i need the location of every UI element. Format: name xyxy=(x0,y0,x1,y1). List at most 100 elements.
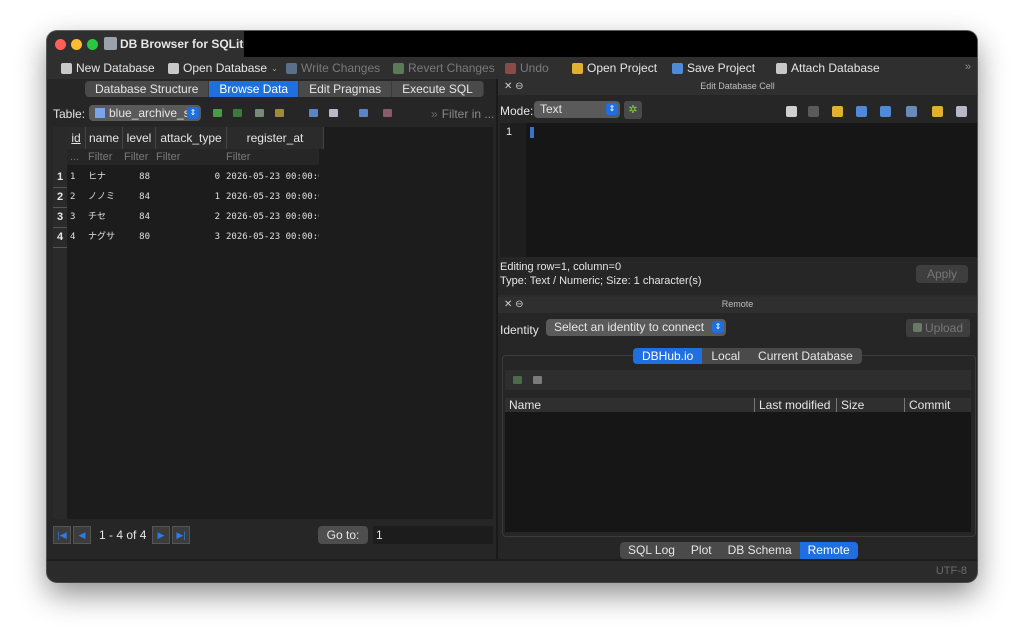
chevron-down-icon[interactable]: ⌄ xyxy=(271,64,278,73)
revert-changes-button[interactable]: Revert Changes xyxy=(393,60,495,76)
apply-button[interactable]: Apply xyxy=(916,265,968,283)
set-null-icon[interactable] xyxy=(832,106,843,117)
filter-register-at[interactable]: Filter xyxy=(223,149,319,165)
global-filter-placeholder: Filter in ... xyxy=(441,107,495,121)
cell-level[interactable]: 84 xyxy=(121,207,153,227)
cell-register-at[interactable]: 2026-05-23 00:00:00 xyxy=(223,227,319,247)
clone-icon[interactable] xyxy=(533,376,542,384)
tab-database-structure[interactable]: Database Structure xyxy=(85,81,210,97)
goto-input[interactable]: 1 xyxy=(373,526,493,544)
export-icon[interactable] xyxy=(808,106,819,117)
attach-database-button[interactable]: Attach Database xyxy=(776,60,880,76)
table-row[interactable]: 2 ノノミ 84 1 2026-05-23 00:00:00 xyxy=(67,187,319,207)
cell-id[interactable]: 1 xyxy=(67,167,85,187)
import-icon[interactable] xyxy=(786,106,797,117)
open-project-button[interactable]: Open Project xyxy=(572,60,657,76)
open-database-button[interactable]: Open Database ⌄ xyxy=(168,60,278,76)
cell-level[interactable]: 88 xyxy=(121,167,153,187)
column-header-name[interactable]: Name xyxy=(505,398,755,412)
table-select[interactable]: blue_archive_s ⇕ xyxy=(89,105,201,121)
undo-button[interactable]: Undo xyxy=(505,60,549,76)
cell-id[interactable]: 2 xyxy=(67,187,85,207)
column-header-size[interactable]: Size xyxy=(837,398,905,412)
editor-toggle-icon[interactable] xyxy=(906,106,917,117)
tab-execute-sql[interactable]: Execute SQL xyxy=(392,81,484,97)
column-header-register-at[interactable]: register_at xyxy=(227,127,324,149)
save-table-icon[interactable] xyxy=(309,109,318,117)
delete-record-icon[interactable] xyxy=(383,109,392,117)
table-row[interactable]: 1 ヒナ 88 0 2026-05-23 00:00:00 xyxy=(67,167,319,187)
copy-cell-icon[interactable] xyxy=(932,106,943,117)
auto-format-icon[interactable]: ✲ xyxy=(624,101,642,119)
word-wrap-icon[interactable] xyxy=(880,106,891,117)
close-window-button[interactable] xyxy=(55,39,66,50)
filter-id[interactable]: ... xyxy=(67,149,85,165)
column-header-commit[interactable]: Commit xyxy=(905,398,971,412)
refresh-icon[interactable] xyxy=(513,376,522,384)
identity-select[interactable]: Select an identity to connect ⇕ xyxy=(546,319,726,336)
column-header-id[interactable]: id xyxy=(67,127,86,149)
row-number[interactable]: 4 xyxy=(53,227,67,248)
previous-page-button[interactable]: ◀ xyxy=(73,526,91,544)
table-row[interactable]: 3 チセ 84 2 2026-05-23 00:00:00 xyxy=(67,207,319,227)
cell-name[interactable]: ノノミ xyxy=(85,187,121,207)
tab-browse-data[interactable]: Browse Data xyxy=(209,81,300,97)
first-page-button[interactable]: |◀ xyxy=(53,526,71,544)
insert-record-icon[interactable] xyxy=(359,109,368,117)
tab-local[interactable]: Local xyxy=(702,348,749,364)
toolbar-overflow-icon[interactable]: » xyxy=(965,61,971,73)
write-changes-button[interactable]: Write Changes xyxy=(286,60,380,76)
cell-level[interactable]: 84 xyxy=(121,187,153,207)
row-number[interactable]: 3 xyxy=(53,207,67,228)
cell-name[interactable]: チセ xyxy=(85,207,121,227)
cell-id[interactable]: 4 xyxy=(67,227,85,247)
clear-sort-icon[interactable] xyxy=(233,109,242,117)
cell-register-at[interactable]: 2026-05-23 00:00:00 xyxy=(223,167,319,187)
cell-level[interactable]: 80 xyxy=(121,227,153,247)
column-header-level[interactable]: level xyxy=(123,127,156,149)
last-page-button[interactable]: ▶| xyxy=(172,526,190,544)
filter-level[interactable]: Filter xyxy=(121,149,153,165)
cell-attack-type[interactable]: 0 xyxy=(153,167,223,187)
next-page-button[interactable]: ▶ xyxy=(152,526,170,544)
print-cell-icon[interactable] xyxy=(956,106,967,117)
cell-register-at[interactable]: 2026-05-23 00:00:00 xyxy=(223,207,319,227)
column-header-last-modified[interactable]: Last modified xyxy=(755,398,837,412)
tab-edit-pragmas[interactable]: Edit Pragmas xyxy=(299,81,393,97)
tab-remote[interactable]: Remote xyxy=(799,542,858,559)
row-number[interactable]: 1 xyxy=(53,167,67,188)
refresh-icon[interactable] xyxy=(213,109,222,117)
minimize-window-button[interactable] xyxy=(71,39,82,50)
global-filter-input[interactable]: » Filter in ... xyxy=(431,107,494,121)
mode-select[interactable]: Text ⇕ xyxy=(534,101,620,118)
cell-name[interactable]: ヒナ xyxy=(85,167,121,187)
cell-editor[interactable]: 1 xyxy=(500,123,977,257)
column-header-attack-type[interactable]: attack_type xyxy=(156,127,227,149)
cell-attack-type[interactable]: 1 xyxy=(153,187,223,207)
tab-dbhub[interactable]: DBHub.io xyxy=(633,348,703,364)
tab-db-schema[interactable]: DB Schema xyxy=(720,542,800,559)
filter-name[interactable]: Filter xyxy=(85,149,121,165)
print-icon[interactable] xyxy=(329,109,338,117)
save-project-button[interactable]: Save Project xyxy=(672,60,755,76)
tab-current-database[interactable]: Current Database xyxy=(749,348,862,364)
cell-register-at[interactable]: 2026-05-23 00:00:00 xyxy=(223,187,319,207)
filter-attack-type[interactable]: Filter xyxy=(153,149,223,165)
cell-attack-type[interactable]: 3 xyxy=(153,227,223,247)
column-header-name[interactable]: name xyxy=(86,127,123,149)
goto-button[interactable]: Go to: xyxy=(318,526,368,544)
upload-button[interactable]: Upload xyxy=(906,319,970,337)
open-in-external-icon[interactable] xyxy=(856,106,867,117)
tab-sql-log[interactable]: SQL Log xyxy=(620,542,683,559)
new-database-button[interactable]: New Database xyxy=(61,60,155,76)
table-row[interactable]: 4 ナグサ 80 3 2026-05-23 00:00:00 xyxy=(67,227,319,247)
remote-toolbar xyxy=(505,370,971,390)
cell-id[interactable]: 3 xyxy=(67,207,85,227)
cell-attack-type[interactable]: 2 xyxy=(153,207,223,227)
row-number[interactable]: 2 xyxy=(53,187,67,208)
tab-plot[interactable]: Plot xyxy=(683,542,720,559)
maximize-window-button[interactable] xyxy=(87,39,98,50)
clear-filters-icon[interactable] xyxy=(255,109,264,117)
sort-icon[interactable] xyxy=(275,109,284,117)
cell-name[interactable]: ナグサ xyxy=(85,227,121,247)
